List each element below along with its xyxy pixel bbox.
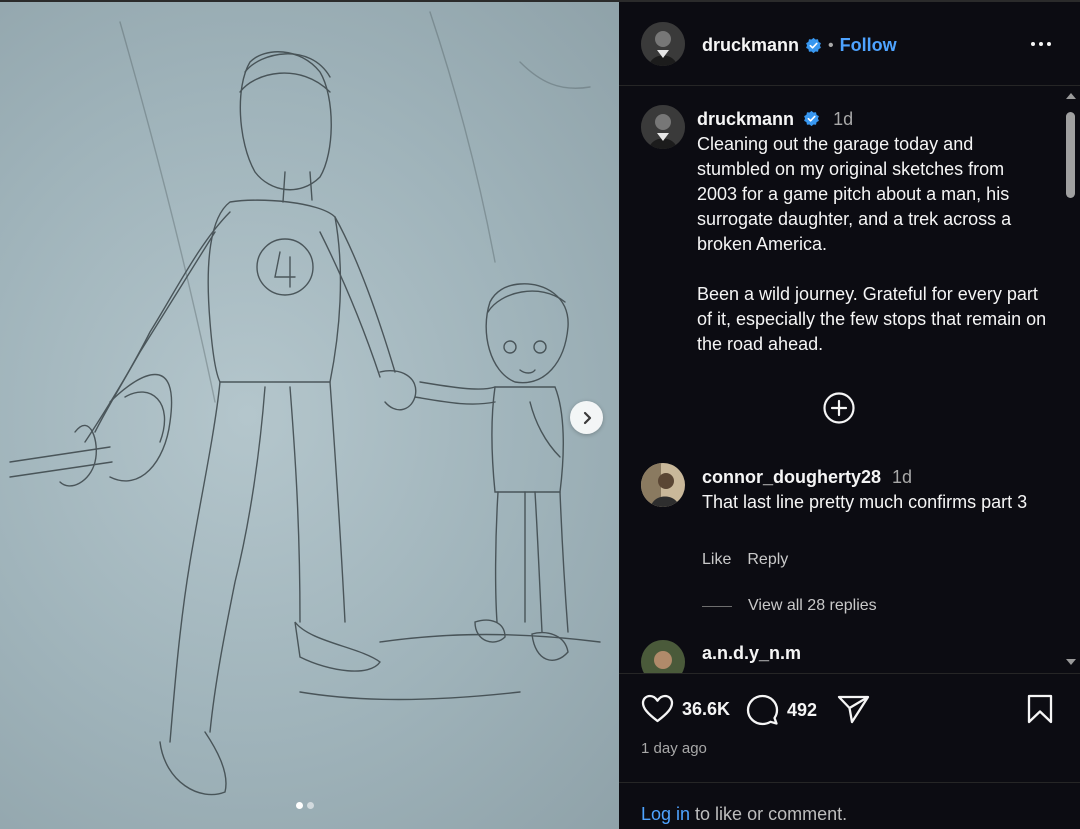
like-count: 36.6K <box>682 698 731 719</box>
login-suffix: to like or comment. <box>690 804 848 824</box>
paper-plane-icon <box>837 695 870 724</box>
comment-item: connor_dougherty28 1d That last line pre… <box>702 465 1052 515</box>
commenter-avatar[interactable] <box>641 463 685 507</box>
verified-badge-icon <box>804 110 819 127</box>
post-image[interactable] <box>0 2 619 829</box>
scroll-up-arrow-icon[interactable] <box>1066 93 1076 99</box>
commenter-avatar[interactable] <box>641 640 685 673</box>
comment-text: That last line pretty much confirms part… <box>702 492 1028 512</box>
author-avatar-image <box>641 22 685 66</box>
view-replies-label: View all 28 replies <box>748 597 877 614</box>
caption-author-username[interactable]: druckmann <box>697 109 794 129</box>
verified-badge-icon <box>806 37 821 54</box>
comment-timestamp: 1d <box>892 467 913 487</box>
author-avatar-image <box>641 105 685 149</box>
comment-bubble-icon <box>746 694 779 726</box>
share-button[interactable] <box>837 694 870 724</box>
post-footer: 36.6K 492 1 day ago Log in to like or co… <box>619 673 1080 829</box>
pencil-sketch-image <box>9 11 601 796</box>
view-replies-button[interactable]: View all 28 replies <box>702 597 877 615</box>
login-link[interactable]: Log in <box>641 804 690 824</box>
comment-button[interactable]: 492 <box>746 694 817 726</box>
commenter-avatar-image <box>641 463 685 507</box>
comment-username[interactable]: a.n.d.y_n.m <box>702 643 801 663</box>
like-button[interactable]: 36.6K <box>641 694 730 724</box>
chevron-right-icon <box>583 411 591 424</box>
comment-username[interactable]: connor_dougherty28 <box>702 467 881 487</box>
post-date: 1 day ago <box>641 740 707 757</box>
scrollbar-thumb[interactable] <box>1066 112 1075 198</box>
comments-scroll-area[interactable]: druckmann 1d Cleaning out the garage tod… <box>619 87 1080 673</box>
scroll-down-arrow-icon[interactable] <box>1066 659 1076 665</box>
save-button[interactable] <box>1026 694 1054 724</box>
header-separator: • <box>828 36 834 54</box>
comment-reply-button[interactable]: Reply <box>747 551 788 569</box>
login-prompt: Log in to like or comment. <box>619 782 1080 829</box>
follow-button[interactable]: Follow <box>840 35 897 56</box>
heart-icon <box>641 694 674 723</box>
carousel-next-button[interactable] <box>570 401 603 434</box>
post-header: druckmann • Follow <box>619 2 1080 86</box>
author-username[interactable]: druckmann <box>702 35 799 56</box>
caption-timestamp: 1d <box>833 109 854 129</box>
caption-author-avatar[interactable] <box>641 105 685 149</box>
caption-text: Cleaning out the garage today and stumbl… <box>697 134 1047 354</box>
carousel-dot-active <box>296 802 303 809</box>
scrollbar[interactable] <box>1062 87 1079 673</box>
comment-count: 492 <box>787 699 818 720</box>
bookmark-icon <box>1027 694 1053 724</box>
comment-like-button[interactable]: Like <box>702 551 731 569</box>
post-caption: druckmann 1d Cleaning out the garage tod… <box>697 107 1047 357</box>
post-side-panel: druckmann • Follow druckmann 1d Cleaning… <box>619 2 1080 829</box>
author-avatar[interactable] <box>641 22 685 66</box>
comment-actions: Like Reply <box>702 551 788 569</box>
more-options-icon[interactable] <box>1031 42 1051 46</box>
carousel-indicator <box>296 802 314 809</box>
post-actions: 36.6K 492 <box>641 694 1061 728</box>
replies-divider <box>702 605 732 607</box>
commenter-avatar-image <box>641 640 685 673</box>
comment-item: a.n.d.y_n.m <box>702 643 801 664</box>
plus-circle-icon[interactable] <box>822 391 856 425</box>
carousel-dot <box>307 802 314 809</box>
